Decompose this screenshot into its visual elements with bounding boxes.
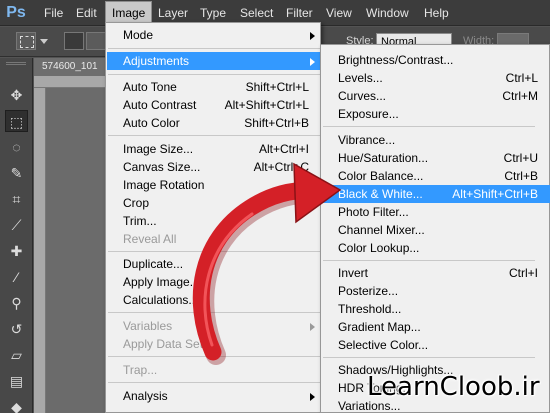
menu-item-trim[interactable]: Trim... [107,212,321,230]
menu-item-exposure[interactable]: Exposure... [322,105,550,123]
menu-separator [323,126,535,127]
menu-separator [108,251,320,252]
submenu-arrow-icon [310,323,315,331]
menu-item-selective-color[interactable]: Selective Color... [322,336,550,354]
menu-item-hue-saturation[interactable]: Hue/Saturation... Ctrl+U [322,149,550,167]
menu-item-mode[interactable]: Mode [107,26,321,44]
menu-item-color-balance[interactable]: Color Balance... Ctrl+B [322,167,550,185]
healing-brush-tool-icon[interactable]: ✚ [5,240,28,262]
menu-item-apply-image[interactable]: Apply Image... [107,273,321,291]
menu-item-calculations[interactable]: Calculations... [107,291,321,309]
document-canvas[interactable] [46,88,106,413]
menu-item-levels[interactable]: Levels... Ctrl+L [322,69,550,87]
menu-item-image-rotation[interactable]: Image Rotation [107,176,321,194]
add-selection-button[interactable] [86,32,106,50]
submenu-arrow-icon [310,393,315,401]
clone-stamp-tool-icon[interactable]: ⚲ [5,292,28,314]
menu-item-photo-filter[interactable]: Photo Filter... [322,203,550,221]
menu-item-brightness-contrast[interactable]: Brightness/Contrast... [322,51,550,69]
menu-item-color-lookup[interactable]: Color Lookup... [322,239,550,257]
menu-item-trap: Trap... [123,363,158,377]
watermark-text: LearnCloob.ir [367,372,540,402]
menu-item-gradient-map[interactable]: Gradient Map... [322,318,550,336]
menu-item-vibrance[interactable]: Vibrance... [322,131,550,149]
rectangular-marquee-icon [20,36,34,48]
eyedropper-tool-icon[interactable]: ⟋ [5,214,28,236]
menu-edit[interactable]: Edit [70,0,103,26]
menu-item-image-size[interactable]: Image Size... Alt+Ctrl+I [107,140,321,158]
menu-separator [108,356,320,357]
document-tab[interactable]: 574600_101 [34,58,114,76]
menu-window[interactable]: Window [360,0,415,26]
chevron-down-icon[interactable] [40,39,48,44]
menu-item-auto-color[interactable]: Auto Color Shift+Ctrl+B [107,114,321,132]
menu-item-threshold[interactable]: Threshold... [322,300,550,318]
menu-item-apply-data-set: Apply Data Set... [123,337,214,351]
menu-item-adjustments[interactable]: Adjustments [107,52,321,70]
menu-item-reveal-all: Reveal All [123,232,177,246]
blur-tool-icon[interactable]: ◆ [5,396,28,413]
menu-item-canvas-size[interactable]: Canvas Size... Alt+Ctrl+C [107,158,321,176]
menu-item-black-white[interactable]: Black & White... Alt+Shift+Ctrl+B [322,185,550,203]
menu-separator [108,382,320,383]
menu-item-variables: Variables [107,317,321,335]
menu-item-curves[interactable]: Curves... Ctrl+M [322,87,550,105]
menu-separator [108,48,320,49]
adjustments-submenu: Brightness/Contrast... Levels... Ctrl+L … [320,44,550,413]
menu-view[interactable]: View [320,0,358,26]
crop-tool-icon[interactable]: ⌗ [5,188,28,210]
move-tool-icon[interactable]: ✥ [5,84,28,106]
ruler-vertical [34,88,46,413]
menu-separator [108,312,320,313]
menu-item-posterize[interactable]: Posterize... [322,282,550,300]
gradient-tool-icon[interactable]: ▤ [5,370,28,392]
menu-separator [108,135,320,136]
menu-item-auto-contrast[interactable]: Auto Contrast Alt+Shift+Ctrl+L [107,96,321,114]
image-menu: Mode Adjustments Auto Tone Shift+Ctrl+L … [105,22,321,413]
tools-panel: ✥ ⬚ ◌ ✎ ⌗ ⟋ ✚ ⁄ ⚲ ↺ ▱ ▤ ◆ [0,58,33,413]
menu-separator [323,260,535,261]
menu-item-analysis[interactable]: Analysis [107,387,321,405]
submenu-arrow-icon [310,32,315,40]
menu-separator [323,357,535,358]
submenu-arrow-icon [310,182,315,190]
brush-tool-icon[interactable]: ⁄ [5,266,28,288]
photoshop-logo: Ps [6,4,26,21]
marquee-tool-icon[interactable]: ⬚ [5,110,28,132]
menu-item-duplicate[interactable]: Duplicate... [107,255,321,273]
eraser-tool-icon[interactable]: ▱ [5,344,28,366]
menu-help[interactable]: Help [418,0,455,26]
menu-separator [108,74,320,75]
lasso-tool-icon[interactable]: ◌ [5,136,28,158]
new-selection-button[interactable] [64,32,84,50]
quick-selection-tool-icon[interactable]: ✎ [5,162,28,184]
menu-item-auto-tone[interactable]: Auto Tone Shift+Ctrl+L [107,78,321,96]
menu-item-crop[interactable]: Crop [107,194,321,212]
menu-item-channel-mixer[interactable]: Channel Mixer... [322,221,550,239]
panel-grip[interactable] [6,62,26,65]
ruler-horizontal [34,76,114,88]
menu-file[interactable]: File [38,0,69,26]
history-brush-tool-icon[interactable]: ↺ [5,318,28,340]
submenu-arrow-icon [310,58,315,66]
menu-item-invert[interactable]: Invert Ctrl+I [322,264,550,282]
